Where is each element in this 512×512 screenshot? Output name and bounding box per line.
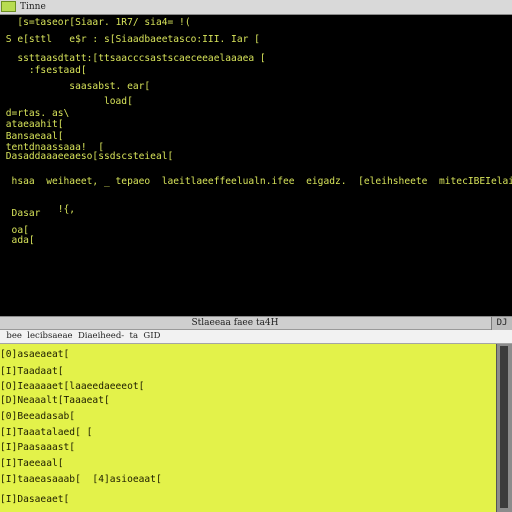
terminal-line: ada[ [0, 235, 35, 246]
terminal-line: S e[sttl e$r : s[Siaadbaeetasco:III. Iar… [0, 34, 260, 45]
terminal-line: hsaa weihaeet, _ tepaeo laeitlaeeffeelua… [0, 176, 512, 187]
top-terminal-window: Tinne [s=taseor[Siaar. 1R7/ sia4= !( S e… [0, 0, 512, 318]
terminal-line: Bansaeaal[ [0, 131, 64, 142]
bottom-title-bar[interactable]: Stlaeeaa faee ta4H DJ [0, 316, 512, 330]
terminal-app-icon [1, 1, 16, 12]
scrollbar-thumb[interactable] [500, 346, 508, 508]
terminal-line: saasabst. ear[ [0, 81, 151, 92]
list-item: [O]Ieaaaaet[laaeedaeeeot[ [0, 381, 145, 392]
terminal-line: Dasaddaaaeeaeso[ssdscsteieal[ [0, 151, 174, 162]
list-item: [I]Taadaat[ [0, 366, 64, 377]
top-title-bar[interactable]: Tinne [0, 0, 512, 15]
menu-bar[interactable]: bee lecibsaeae Diaeiheed- ta GID [0, 330, 512, 344]
terminal-line: ataeaahit[ [0, 119, 64, 130]
terminal-line: :fsestaad[ [0, 65, 87, 76]
terminal-line: !{, [0, 204, 76, 215]
list-item: [0]asaeaeat[ [0, 349, 70, 360]
list-item: [D]Neaaalt[Taaaeat[ [0, 395, 110, 406]
terminal-line: [s=taseor[Siaar. 1R7/ sia4= !( [0, 17, 191, 28]
top-window-title: Tinne [20, 2, 46, 12]
list-item: [I]Dasaeaet[ [0, 494, 70, 505]
terminal-line: d=rtas. as\ [0, 108, 70, 119]
close-button[interactable]: DJ [491, 317, 512, 330]
menu-bar-text: bee lecibsaeae Diaeiheed- ta GID [1, 331, 161, 341]
terminal-line: load[ [0, 96, 133, 107]
list-item: [I]taaeasaaab[ [4]asioeaat[ [0, 474, 162, 485]
list-item: [I]Taeeaal[ [0, 458, 64, 469]
list-item: [I]Taaatalaed[ [ [0, 427, 93, 438]
vertical-scrollbar[interactable] [496, 344, 512, 512]
list-item: [I]Paasaaast[ [0, 442, 76, 453]
list-item: [0]Beeadasab[ [0, 411, 76, 422]
bottom-window-title: Stlaeeaa faee ta4H [191, 318, 279, 328]
screen: Tinne [s=taseor[Siaar. 1R7/ sia4= !( S e… [0, 0, 512, 512]
top-terminal-output[interactable]: [s=taseor[Siaar. 1R7/ sia4= !( S e[sttl … [0, 15, 512, 317]
bottom-terminal-output[interactable]: [0]asaeaeat[ [I]Taadaat[ [O]Ieaaaaet[laa… [0, 344, 496, 512]
bottom-terminal-window: Stlaeeaa faee ta4H DJ bee lecibsaeae Dia… [0, 316, 512, 512]
terminal-line: ssttaasdtatt:[ttsaacccsastscaeceeaelaaae… [0, 53, 266, 64]
